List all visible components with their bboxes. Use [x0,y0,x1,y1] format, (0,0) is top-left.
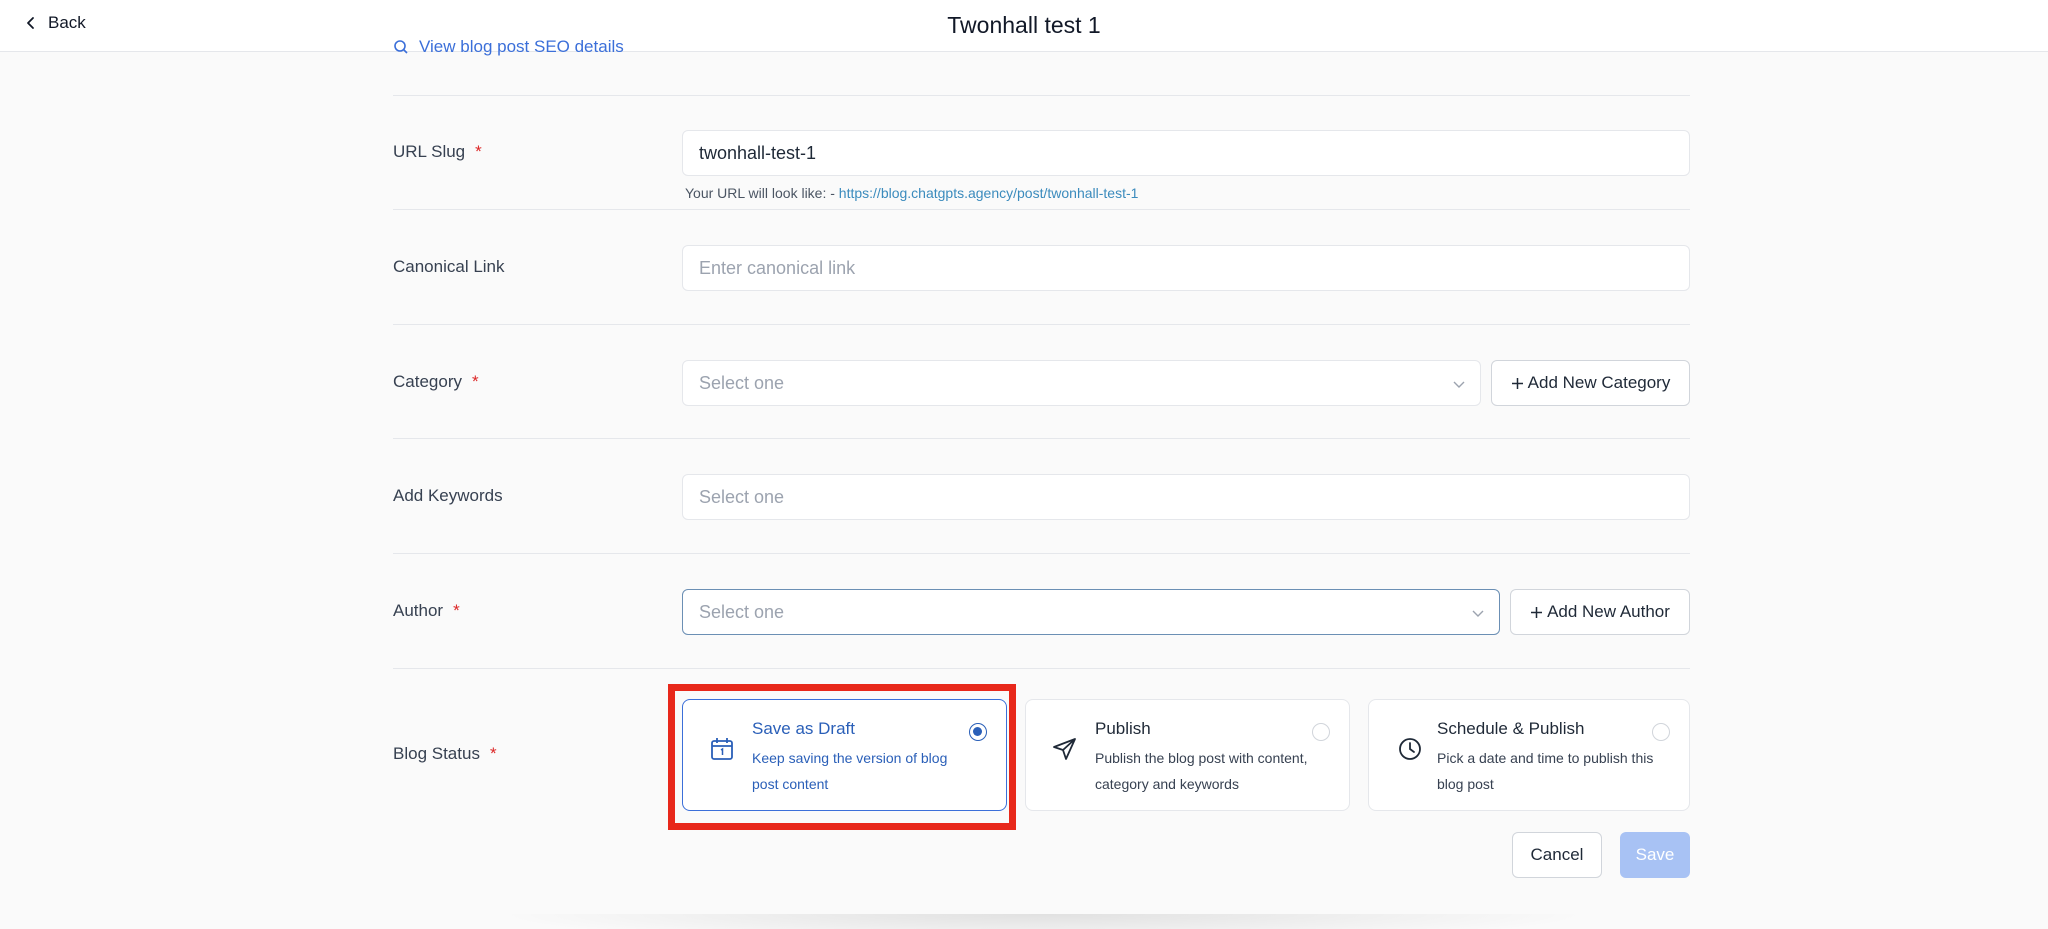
blog-status-label-text: Blog Status [393,744,480,763]
status-option-title: Publish [1095,719,1151,738]
required-mark: * [453,601,460,620]
status-option-description: Publish the blog post with content, cate… [1095,750,1308,792]
author-placeholder: Select one [699,601,785,622]
divider [393,553,1690,554]
search-icon [394,40,408,54]
canonical-link-label-text: Canonical Link [393,257,505,276]
divider [393,668,1690,669]
author-label: Author * [393,601,460,621]
status-option-schedule-publish[interactable]: Schedule & Publish Pick a date and time … [1368,699,1690,811]
top-bar: Back Twonhall test 1 [0,0,2048,52]
status-option-description: Pick a date and time to publish this blo… [1437,750,1654,792]
canonical-link-placeholder: Enter canonical link [699,257,856,278]
add-new-author-label: Add New Author [1547,602,1670,621]
category-label: Category * [393,372,479,392]
status-option-title: Schedule & Publish [1437,719,1585,738]
keywords-label: Add Keywords [393,486,503,506]
keywords-input[interactable]: Select one [682,474,1690,520]
page-title: Twonhall test 1 [947,12,1101,38]
view-seo-details-label: View blog post SEO details [419,37,624,56]
cancel-button[interactable]: Cancel [1512,832,1602,878]
url-slug-label: URL Slug * [393,142,482,162]
url-slug-label-text: URL Slug [393,142,466,161]
divider [393,324,1690,325]
save-button[interactable]: Save [1620,832,1690,878]
clock-icon [1399,738,1421,760]
divider [393,438,1690,439]
category-select[interactable]: Select one [682,360,1481,406]
url-slug-value: twonhall-test-1 [699,142,817,163]
highlight-box [668,684,1016,830]
blog-status-label: Blog Status * [393,744,497,764]
plus-icon [1531,606,1543,618]
send-icon [1053,738,1076,760]
url-preview-prefix: Your URL will look like: - [685,185,839,201]
keywords-label-text: Add Keywords [393,486,503,505]
required-mark: * [475,142,482,161]
chevron-down-icon [1472,610,1484,617]
bottom-shadow [493,914,1593,929]
author-label-text: Author [393,601,444,620]
chevron-down-icon [1453,381,1465,388]
view-seo-details-link[interactable]: View blog post SEO details [393,32,624,62]
blog-settings-form: View blog post SEO details URL Slug * tw… [393,37,1690,929]
url-slug-input[interactable]: twonhall-test-1 [682,130,1690,176]
canonical-link-input[interactable]: Enter canonical link [682,245,1690,291]
category-placeholder: Select one [699,372,785,393]
category-label-text: Category [393,372,462,391]
add-new-category-button[interactable]: Add New Category [1491,360,1690,406]
add-new-author-button[interactable]: Add New Author [1510,589,1690,635]
add-new-category-label: Add New Category [1527,373,1671,392]
divider [393,209,1690,210]
canonical-link-label: Canonical Link [393,257,505,277]
radio-unselected[interactable] [1652,723,1670,741]
required-mark: * [471,372,479,391]
url-preview-link[interactable]: https://blog.chatgpts.agency/post/twonha… [839,185,1139,201]
radio-unselected[interactable] [1312,723,1330,741]
url-preview-helper: Your URL will look like: - https://blog.… [685,185,1138,201]
status-option-publish[interactable]: Publish Publish the blog post with conte… [1025,699,1350,811]
author-select[interactable]: Select one [682,589,1500,635]
plus-icon [1511,377,1523,389]
keywords-placeholder: Select one [699,486,785,507]
required-mark: * [489,744,497,763]
divider [393,95,1690,96]
